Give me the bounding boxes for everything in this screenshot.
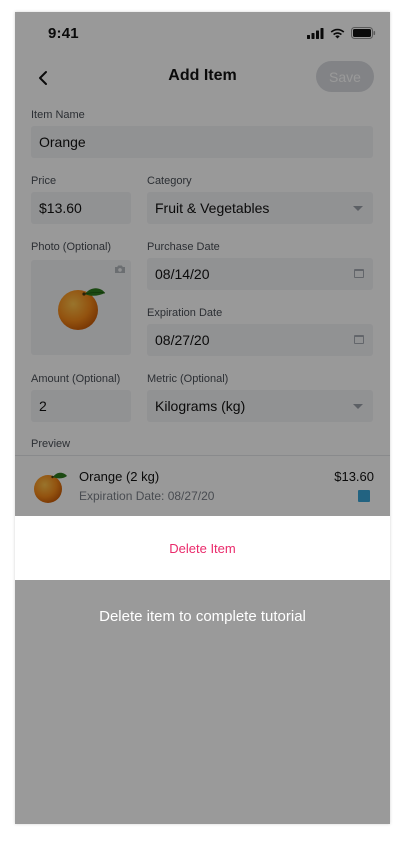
phone-screen: 9:41 Add Item Save Item Name Orange Pric… — [15, 12, 390, 824]
tutorial-overlay: Delete item to complete tutorial — [15, 580, 390, 824]
action-sheet: Delete Item — [15, 516, 390, 580]
dim-overlay — [15, 12, 390, 516]
delete-item-button[interactable]: Delete Item — [153, 533, 251, 564]
tutorial-message: Delete item to complete tutorial — [99, 608, 306, 625]
